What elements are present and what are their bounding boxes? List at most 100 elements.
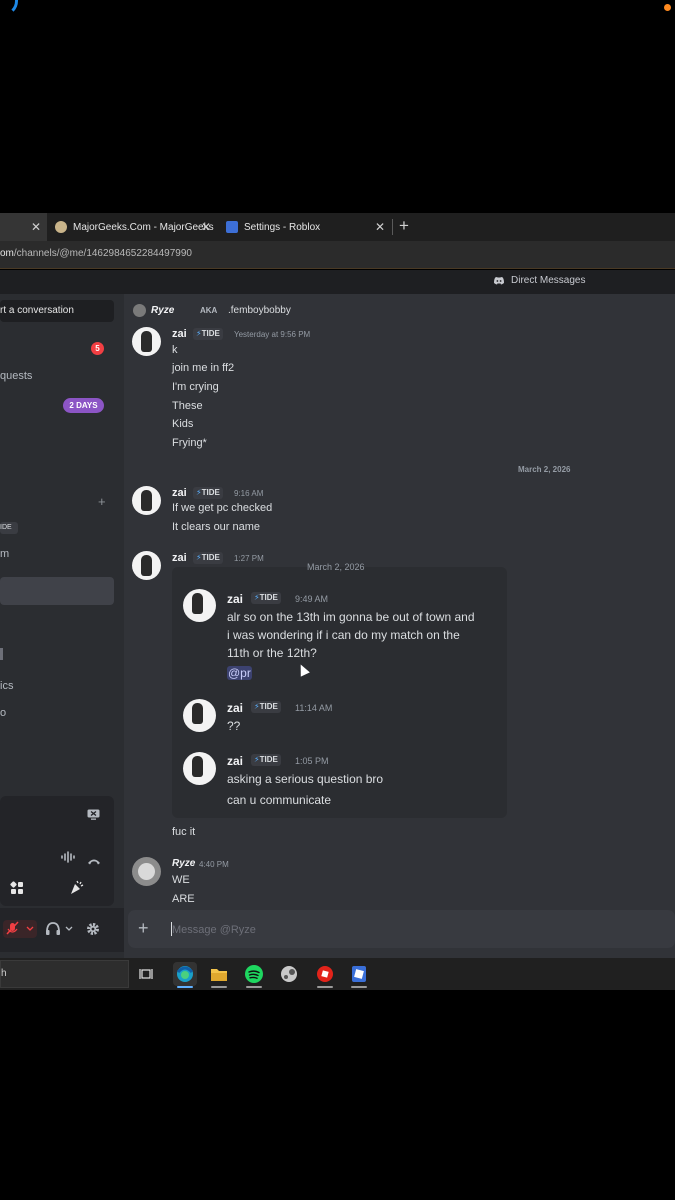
taskbar-search[interactable]: h <box>0 960 129 988</box>
app-indicator <box>317 986 333 988</box>
avatar[interactable] <box>132 551 161 580</box>
app-indicator <box>351 986 367 988</box>
message-timestamp: 11:14 AM <box>295 703 333 713</box>
app-indicator <box>246 986 262 988</box>
mute-microphone-icon[interactable] <box>3 920 37 943</box>
date-divider: March 2, 2026 <box>518 465 571 474</box>
sidebar-dm-item[interactable]: m <box>0 548 9 560</box>
message-text: Kids <box>172 418 194 430</box>
app-indicator <box>211 986 227 988</box>
message-text: WE <box>172 874 190 886</box>
message-author[interactable]: Ryze <box>172 858 195 869</box>
server-tag-badge: ⚡TIDE <box>251 754 281 766</box>
message-text: fuc it <box>172 826 196 838</box>
sidebar-dm-item-selected[interactable] <box>0 577 114 605</box>
message-text: It clears our name <box>172 521 261 533</box>
steam-icon[interactable] <box>277 962 301 986</box>
message-timestamp: 1:05 PM <box>295 756 329 766</box>
direct-messages-title: Direct Messages <box>493 275 585 286</box>
user-settings-gear-icon[interactable] <box>86 922 100 941</box>
tab-close-icon[interactable]: ✕ <box>31 220 41 234</box>
header-aka-label: AKA <box>200 306 218 315</box>
message-text: Frying* <box>172 437 207 449</box>
message-text: I'm crying <box>172 381 219 393</box>
message-text: ?? <box>227 719 241 733</box>
edge-icon[interactable] <box>173 962 197 986</box>
server-tag-badge: ⚡TIDE <box>193 328 223 340</box>
sidebar-dm-item-marker <box>0 648 3 660</box>
message-author[interactable]: zai <box>227 701 243 715</box>
message-timestamp: 4:40 PM <box>199 860 229 869</box>
message-text: ARE <box>172 893 195 905</box>
majorgeeks-favicon-icon <box>55 221 67 233</box>
forwarded-date: March 2, 2026 <box>307 562 365 572</box>
spotify-icon[interactable] <box>242 962 266 986</box>
avatar[interactable] <box>183 752 216 785</box>
create-dm-button[interactable]: + <box>98 494 106 509</box>
server-tag-badge: ⚡TIDE <box>193 487 223 499</box>
server-tag-badge: ⚡TIDE <box>251 592 281 604</box>
nitro-days-badge: 2 DAYS <box>63 398 104 413</box>
message-timestamp: 9:16 AM <box>234 489 264 498</box>
wifi-icon <box>0 0 18 16</box>
soundboard-waveform-icon[interactable] <box>61 850 75 868</box>
recording-indicator-icon <box>664 4 671 11</box>
roblox-red-app-icon[interactable] <box>313 962 337 986</box>
tab-majorgeeks[interactable]: MajorGeeks.Com - MajorGeeks ✕ <box>52 213 217 241</box>
url-text[interactable]: om/channels/@me/1462984652284497990 <box>0 248 192 259</box>
message-text: join me in ff2 <box>172 362 235 374</box>
avatar[interactable] <box>132 857 161 886</box>
message-text: asking a serious question bro <box>227 772 384 786</box>
sidebar-item-message-requests[interactable]: quests <box>0 370 32 382</box>
find-conversation-button[interactable]: rt a conversation <box>0 300 114 322</box>
screen: ✕ MajorGeeks.Com - MajorGeeks ✕ Settings… <box>0 0 675 1200</box>
tab-roblox-settings[interactable]: Settings - Roblox ✕ <box>223 213 391 241</box>
user-mention[interactable]: @pr <box>227 666 252 680</box>
task-view-icon[interactable] <box>139 967 153 985</box>
avatar[interactable] <box>183 589 216 622</box>
roblox-studio-icon[interactable] <box>347 962 371 986</box>
sidebar-dm-item[interactable]: ics <box>0 680 13 692</box>
message-text: If we get pc checked <box>172 502 273 514</box>
server-tag-badge: ⚡TIDE <box>193 552 223 564</box>
sidebar-dm-item[interactable]: o <box>0 707 6 719</box>
screen-share-icon[interactable] <box>87 808 100 823</box>
message-timestamp: Yesterday at 9:56 PM <box>234 330 311 339</box>
message-timestamp: 9:49 AM <box>295 594 329 604</box>
new-tab-button[interactable]: + <box>399 216 409 236</box>
tab-close-icon[interactable]: ✕ <box>375 220 385 234</box>
avatar[interactable] <box>132 327 161 356</box>
message-input[interactable] <box>172 923 622 937</box>
attach-plus-icon[interactable]: + <box>138 918 149 939</box>
message-author[interactable]: zai <box>227 754 243 768</box>
friends-pending-badge: 5 <box>91 342 104 355</box>
discord-logo-icon <box>494 277 504 285</box>
message-text: can u communicate <box>227 793 332 807</box>
tab-close-icon[interactable]: ✕ <box>201 220 211 234</box>
message-author[interactable]: zai <box>227 592 243 606</box>
header-username[interactable]: Ryze <box>151 305 174 316</box>
message-author[interactable]: zai <box>172 328 187 340</box>
file-explorer-icon[interactable] <box>207 962 231 986</box>
soundboard-icon[interactable] <box>70 880 84 900</box>
message-text: k <box>172 344 178 356</box>
header-nickname: .femboybobby <box>228 305 291 316</box>
sidebar-tide-tag: IDE <box>0 522 18 534</box>
tab-separator <box>392 219 393 235</box>
message-author[interactable]: zai <box>172 552 187 564</box>
avatar[interactable] <box>183 699 216 732</box>
message-author[interactable]: zai <box>172 487 187 499</box>
tab-discord[interactable]: ✕ <box>0 213 47 241</box>
deafen-headphones-icon[interactable] <box>45 922 75 941</box>
message-text: alr so on the 13th im gonna be out of to… <box>227 610 475 624</box>
disconnect-call-icon[interactable] <box>87 852 101 870</box>
roblox-favicon-icon <box>226 221 238 233</box>
message-text: 11th or the 12th? <box>227 646 317 660</box>
browser-tab-bar: ✕ MajorGeeks.Com - MajorGeeks ✕ Settings… <box>0 213 675 241</box>
avatar[interactable] <box>132 486 161 515</box>
active-app-indicator <box>177 986 193 988</box>
message-text: i was wondering if i can do my match on … <box>227 628 460 642</box>
activities-icon[interactable] <box>10 881 24 895</box>
message-text: These <box>172 400 203 412</box>
header-avatar[interactable] <box>133 304 146 317</box>
